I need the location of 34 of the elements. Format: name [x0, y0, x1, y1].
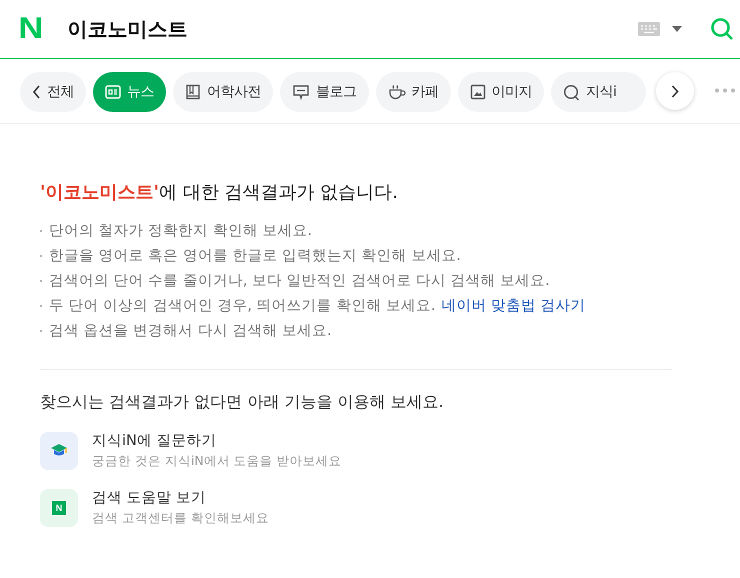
help-item-subtitle: 궁금한 것은 지식iN에서 도움을 받아보세요 — [92, 453, 342, 470]
category-tab[interactable]: 지식i — [551, 72, 646, 112]
caret-icon[interactable] — [672, 26, 682, 32]
image-icon — [470, 84, 486, 100]
newspaper-icon — [105, 84, 121, 100]
category-tab[interactable]: 블로그 — [280, 72, 368, 112]
more-icon[interactable] — [714, 88, 736, 93]
help-item-title[interactable]: 지식iN에 질문하기 — [92, 431, 342, 450]
help-item-subtitle: 검색 고객센터를 확인해보세요 — [92, 510, 269, 527]
spell-checker-link[interactable]: 네이버 맞춤법 검사기 — [441, 296, 586, 315]
help-section-title: 찾으시는 검색결과가 없다면 아래 기능을 이용해 보세요. — [40, 392, 445, 413]
keyboard-icon[interactable] — [638, 22, 660, 36]
category-tab[interactable]: 카페 — [376, 72, 450, 112]
chevron-right-icon — [671, 84, 679, 98]
cup-icon — [388, 84, 406, 100]
book-icon — [185, 84, 201, 100]
tip-text: 두 단어 이상의 검색어인 경우, 띄어쓰기를 확인해 보세요. — [49, 297, 436, 315]
help-item-title[interactable]: 검색 도움말 보기 — [92, 488, 269, 507]
speech-bubble-icon — [292, 84, 310, 100]
next-button[interactable] — [656, 72, 694, 110]
tip-text: 단어의 철자가 정확한지 확인해 보세요. — [49, 222, 312, 240]
no-result-message: '이코노미스트'에 대한 검색결과가 없습니다. — [40, 181, 399, 204]
search-icon[interactable] — [710, 17, 734, 41]
chevron-left-icon — [32, 85, 41, 99]
graduation-cap-icon — [50, 442, 68, 458]
tip-text: 한글을 영어로 혹은 영어를 한글로 입력했는지 확인해 보세요. — [49, 247, 461, 265]
knowledge-icon[interactable] — [40, 432, 78, 470]
search-query[interactable]: 이코노미스트 — [68, 16, 638, 42]
category-tab[interactable]: 이미지 — [458, 72, 544, 112]
naver-badge: N — [52, 500, 66, 514]
category-tab[interactable]: 전체 — [20, 72, 86, 112]
tip-text: 검색 옵션을 변경해서 다시 검색해 보세요. — [49, 322, 332, 340]
tip-text: 검색어의 단어 수를 줄이거나, 보다 일반적인 검색어로 다시 검색해 보세요. — [49, 272, 550, 290]
category-tab[interactable]: 어학사전 — [173, 72, 273, 112]
